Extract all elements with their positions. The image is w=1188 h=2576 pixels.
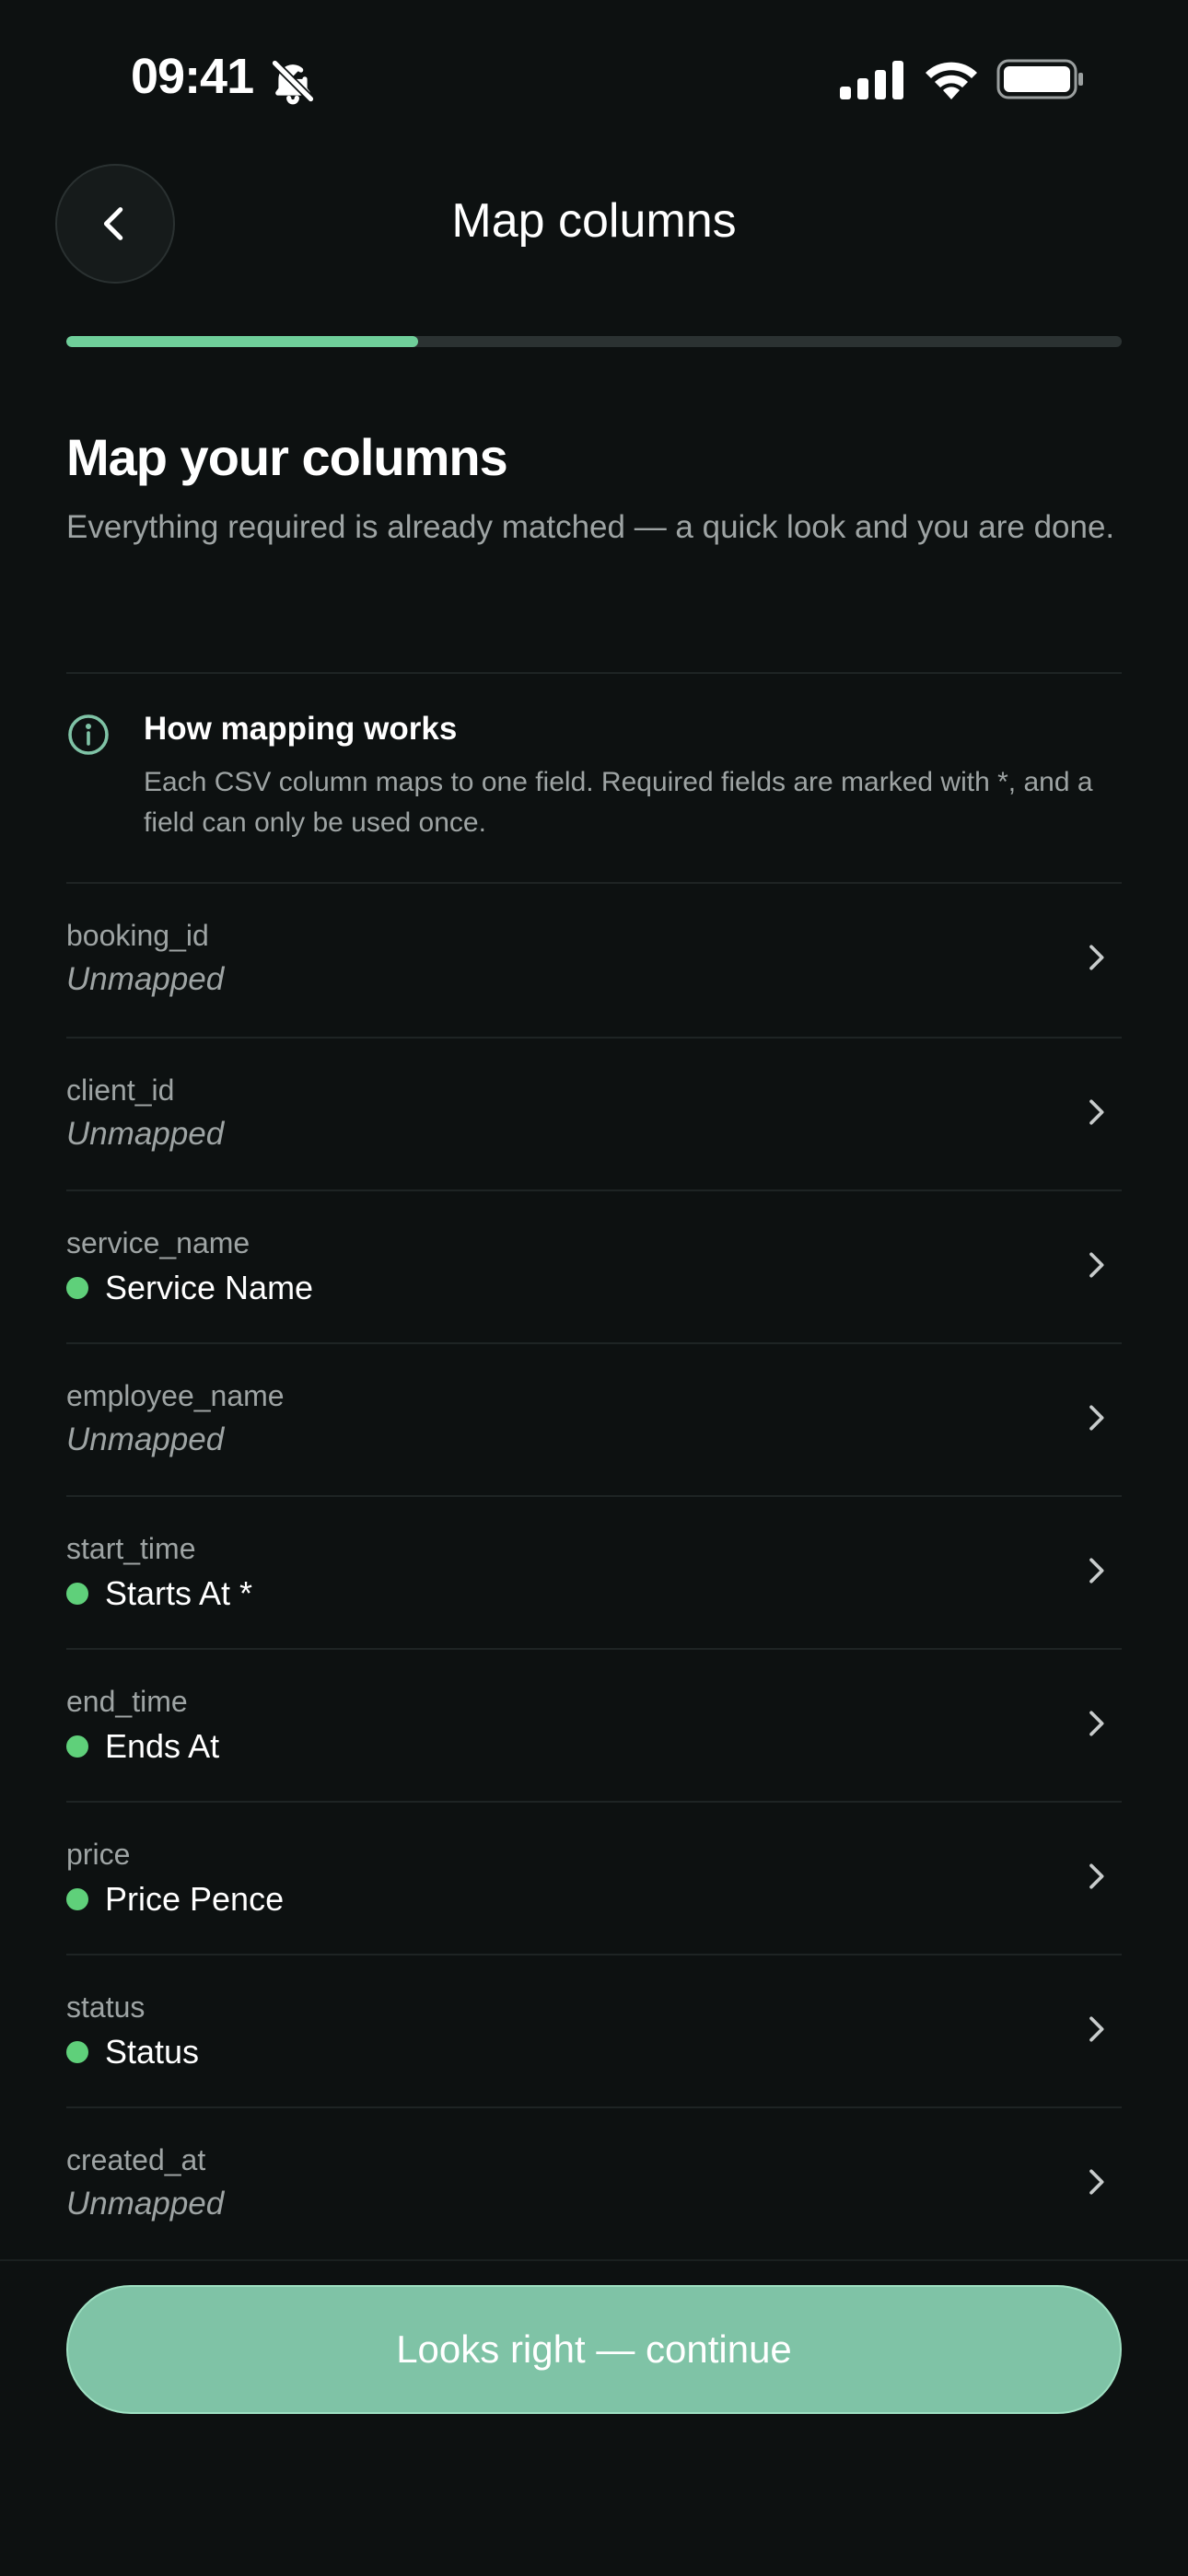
- mapped-field-label: Service Name: [105, 1269, 314, 1306]
- column-mapping-list: booking_id Unmapped client_id Unmapped s…: [66, 884, 1122, 2259]
- page-title: Map columns: [451, 194, 737, 248]
- csv-column-name: client_id: [66, 1073, 175, 1107]
- mapping-row-created-at[interactable]: created_at Unmapped: [66, 2106, 1122, 2259]
- section-subtext: Everything required is already matched —…: [66, 509, 1115, 545]
- mapped-field: Starts At *: [66, 1574, 252, 1613]
- mapping-row-price[interactable]: price Price Pence: [66, 1801, 1122, 1954]
- mapped-field-label: Starts At *: [105, 1574, 253, 1612]
- mapped-field: Status: [66, 2033, 199, 2071]
- chevron-right-icon: [1089, 2169, 1104, 2195]
- mapped-field-label: Price Pence: [105, 1880, 285, 1918]
- info-body: Each CSV column maps to one field. Requi…: [144, 767, 1093, 838]
- mapping-row-employee-name[interactable]: employee_name Unmapped: [66, 1342, 1122, 1495]
- csv-column-name: end_time: [66, 1685, 188, 1718]
- mapped-status-dot: [66, 1277, 88, 1299]
- mapping-row-start-time[interactable]: start_time Starts At *: [66, 1495, 1122, 1648]
- csv-column-name: employee_name: [66, 1379, 285, 1412]
- csv-column-name: created_at: [66, 2143, 206, 2176]
- unmapped-label: Unmapped: [66, 961, 225, 997]
- info-callout: How mapping works Each CSV column maps t…: [66, 674, 1122, 884]
- mapping-row-status[interactable]: status Status: [66, 1954, 1122, 2106]
- chevron-right-icon: [1089, 2016, 1104, 2042]
- info-icon: [68, 714, 109, 755]
- status-time: 09:41: [131, 49, 254, 104]
- progress-fill: [66, 336, 418, 347]
- csv-column-name: booking_id: [66, 919, 209, 952]
- status-bar: 09:41: [0, 0, 1188, 157]
- csv-column-name: start_time: [66, 1532, 196, 1565]
- chevron-right-icon: [1089, 1252, 1104, 1278]
- chevron-right-icon: [1089, 1405, 1104, 1431]
- info-title: How mapping works: [144, 711, 458, 747]
- csv-column-name: service_name: [66, 1226, 250, 1259]
- battery-icon: [996, 59, 1083, 99]
- mapped-field-label: Status: [105, 2033, 200, 2071]
- mapped-status-dot: [66, 1735, 88, 1758]
- unmapped-label: Unmapped: [66, 1116, 225, 1152]
- chevron-right-icon: [1089, 945, 1104, 970]
- mapping-row-booking-id[interactable]: booking_id Unmapped: [66, 884, 1122, 1037]
- mapping-row-client-id[interactable]: client_id Unmapped: [66, 1037, 1122, 1189]
- mapping-row-end-time[interactable]: end_time Ends At: [66, 1648, 1122, 1801]
- csv-column-name: status: [66, 1990, 146, 2024]
- chevron-right-icon: [1089, 1711, 1104, 1736]
- mapped-field-label: Ends At: [105, 1727, 220, 1765]
- mapped-status-dot: [66, 1888, 88, 1910]
- csv-column-name: price: [66, 1838, 131, 1871]
- chevron-right-icon: [1089, 1558, 1104, 1584]
- chevron-right-icon: [1089, 1863, 1104, 1889]
- mapped-status-dot: [66, 2041, 88, 2063]
- unmapped-label: Unmapped: [66, 2186, 225, 2222]
- section-heading: Map your columns: [66, 428, 508, 486]
- progress-bar: [66, 336, 1122, 347]
- continue-button[interactable]: Looks right — continue: [66, 2285, 1122, 2414]
- chevron-right-icon: [1089, 1099, 1104, 1125]
- wifi-icon: [926, 62, 977, 99]
- mapped-field: Ends At: [66, 1727, 219, 1766]
- bell-slash-icon: [271, 59, 315, 105]
- cellular-signal-icon: [840, 61, 903, 99]
- mapped-status-dot: [66, 1583, 88, 1605]
- mapped-field: Service Name: [66, 1269, 313, 1307]
- mapping-row-service-name[interactable]: service_name Service Name: [66, 1189, 1122, 1342]
- unmapped-label: Unmapped: [66, 1421, 225, 1457]
- mapped-field: Price Pence: [66, 1880, 284, 1919]
